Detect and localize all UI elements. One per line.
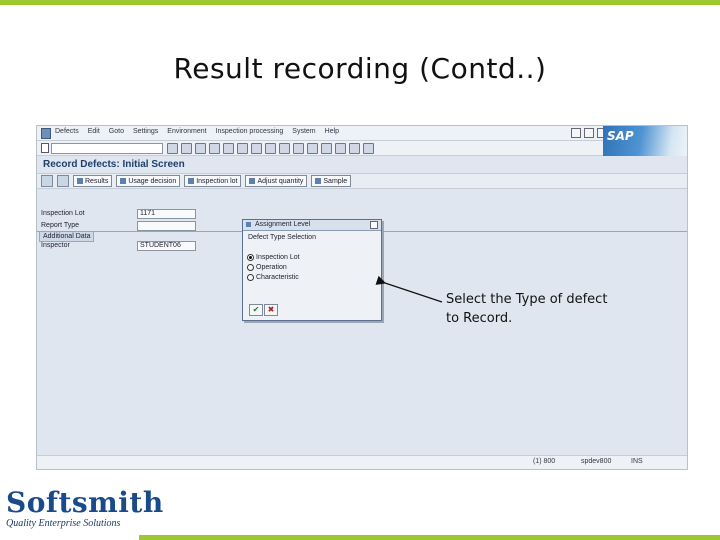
softsmith-logo: Softsmith Quality Enterprise Solutions	[6, 488, 164, 530]
slide-bottom-accent-bar	[139, 535, 720, 540]
logo-tagline: Quality Enterprise Solutions	[6, 518, 121, 529]
logo-brand: Softsmith	[6, 486, 164, 519]
callout-arrow	[375, 275, 443, 303]
callout-text: Select the Type of defect to Record.	[446, 292, 608, 326]
